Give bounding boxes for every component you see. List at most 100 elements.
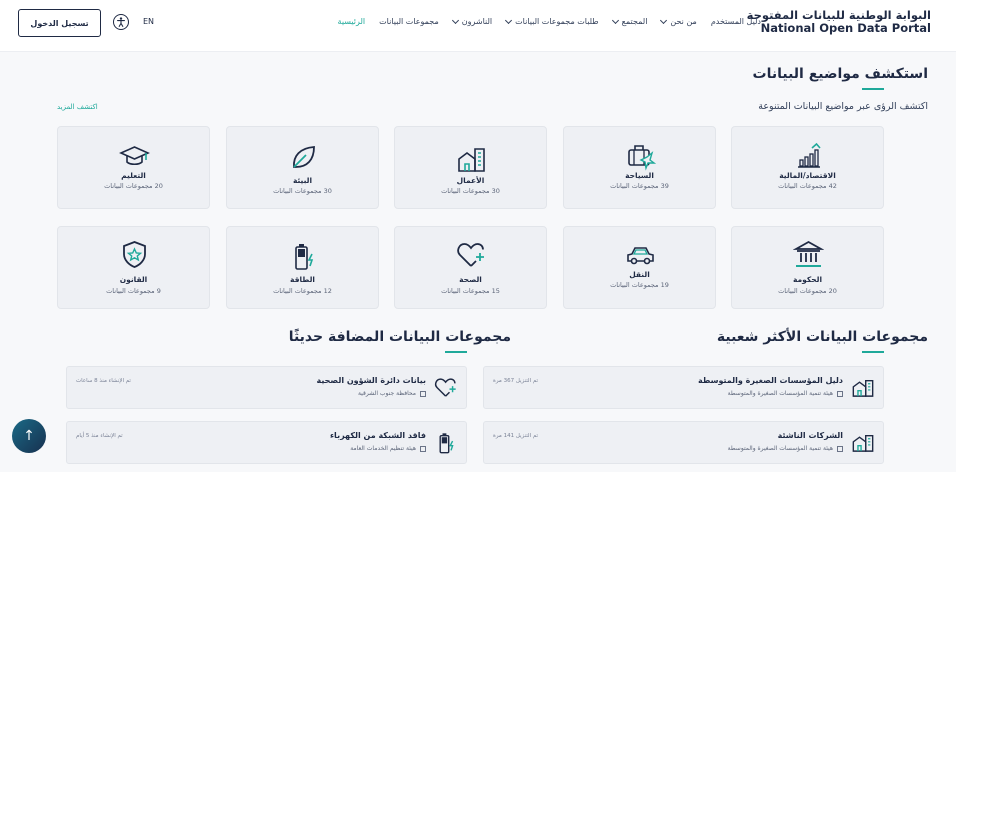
battery-icon [288,241,319,272]
chevron-down-icon [660,16,668,24]
topic-card-tourism[interactable]: السياحة 39 مجموعات البيانات [563,126,716,209]
dataset-publisher: محافظة جنوب الشرقية [358,390,426,397]
nav-label: من نحن [670,17,697,26]
publisher-name: هيئة تنمية المؤسسات الصغيرة والمتوسطة [727,445,833,452]
buildings-icon [851,376,875,400]
top-header: البوابة الوطنية للبيانات المفتوحة Nation… [0,0,956,52]
topic-count: 30 مجموعات البيانات [273,187,332,195]
dataset-title: الشركات الناشئة [777,431,843,440]
dataset-publisher: هيئة تنمية المؤسسات الصغيرة والمتوسطة [728,390,843,397]
arrow-up-icon: ↑ [23,428,35,444]
topic-card-law[interactable]: القانون 9 مجموعات البيانات [57,226,210,309]
topic-card-energy[interactable]: الطاقة 12 مجموعات البيانات [226,226,379,309]
accessibility-icon[interactable] [113,14,129,30]
topic-name: القانون [119,275,148,284]
topic-name: النقل [629,270,650,279]
chevron-down-icon [505,16,513,24]
topic-name: السياحة [625,171,654,180]
topic-card-environment[interactable]: البيئة 30 مجموعات البيانات [226,126,379,209]
title-underline [445,351,467,353]
dataset-title: فاقد الشبكة من الكهرباء [329,431,426,440]
leaf-icon [288,142,319,173]
topic-count: 9 مجموعات البيانات [106,287,161,295]
topic-name: التعليم [121,171,146,180]
battery-icon [434,431,458,455]
publisher-name: محافظة جنوب الشرقية [357,390,416,397]
download-count: تم التنزيل 141 مرة [493,433,539,439]
government-building-icon [792,239,825,270]
topic-count: 39 مجموعات البيانات [610,182,669,190]
nav-user-guide[interactable]: دليل المستخدم [711,17,761,26]
created-time: تم الإنشاء منذ 8 ساعات [76,378,131,384]
suitcase-icon [625,141,657,172]
chevron-down-icon [451,16,459,24]
nav-label: طلبات مجموعات البيانات [515,17,599,26]
popular-title: مجموعات البيانات الأكثر شعبية [716,329,928,345]
graduation-cap-icon [119,141,150,172]
chevron-down-icon [611,16,619,24]
nav-community[interactable]: المجتمع [611,16,648,26]
nav-datasets[interactable]: مجموعات البيانات [379,17,439,26]
nav-dataset-requests[interactable]: طلبات مجموعات البيانات [505,16,599,26]
topic-name: الطاقة [290,275,315,284]
portal-logo[interactable]: البوابة الوطنية للبيانات المفتوحة Nation… [747,9,931,35]
topic-count: 15 مجموعات البيانات [441,287,500,295]
nav-label: الناشرون [461,17,493,26]
title-underline [862,351,884,353]
topic-card-business[interactable]: الأعمال 30 مجموعات البيانات [394,126,547,209]
buildings-icon [851,431,875,455]
topic-count: 30 مجموعات البيانات [441,187,500,195]
dataset-title: بيانات دائرة الشؤون الصحية [316,376,426,385]
recent-dataset-item[interactable]: بيانات دائرة الشؤون الصحية محافظة جنوب ا… [66,366,467,409]
topic-count: 19 مجموعات البيانات [610,281,669,289]
shield-star-icon [119,239,150,270]
recent-dataset-item[interactable]: فاقد الشبكة من الكهرباء هيئة تنظيم الخدم… [66,421,467,464]
topic-count: 42 مجموعات البيانات [778,182,837,190]
topic-name: الاقتصاد/المالية [779,171,836,180]
nav-publishers[interactable]: الناشرون [451,16,493,26]
bank-icon [420,445,426,452]
title-underline [862,88,884,90]
topic-count: 12 مجموعات البيانات [273,287,332,295]
topic-card-government[interactable]: الحكومة 20 مجموعات البيانات [731,226,884,309]
nav-about[interactable]: من نحن [660,16,697,26]
dataset-publisher: هيئة تنظيم الخدمات العامة [350,445,426,452]
publisher-name: هيئة تنظيم الخدمات العامة [350,445,416,452]
bank-icon [837,390,843,397]
login-button[interactable]: تسجيل الدخول [18,9,101,37]
heart-plus-icon [456,240,487,271]
scroll-to-top-button[interactable]: ↑ [12,419,46,453]
topic-count: 20 مجموعات البيانات [104,182,163,190]
nav-home[interactable]: الرئيسية [338,17,366,26]
popular-dataset-item[interactable]: دليل المؤسسات الصغيرة والمتوسطة هيئة تنم… [483,366,884,409]
heart-plus-icon [434,376,458,400]
chart-growth-icon [793,141,824,172]
topic-card-transport[interactable]: النقل 19 مجموعات البيانات [563,226,716,309]
bank-icon [420,390,426,397]
recent-title: مجموعات البيانات المضافة حديثًا [288,329,511,345]
publisher-name: هيئة تنمية المؤسسات الصغيرة والمتوسطة [727,390,833,397]
download-count: تم التنزيل 367 مرة [493,378,539,384]
topic-card-economy[interactable]: الاقتصاد/المالية 42 مجموعات البيانات [731,126,884,209]
topic-name: الصحة [459,275,482,284]
bank-icon [837,445,843,452]
discover-more-link[interactable]: اكتشف المزيد [57,103,98,111]
topic-name: الأعمال [456,176,485,185]
logo-english: National Open Data Portal [760,21,931,35]
dataset-title: دليل المؤسسات الصغيرة والمتوسطة [697,376,843,385]
created-time: تم الإنشاء منذ 5 أيام [76,433,123,439]
popular-dataset-item[interactable]: الشركات الناشئة هيئة تنمية المؤسسات الصغ… [483,421,884,464]
topics-title: استكشف مواضيع البيانات [752,66,928,82]
topic-count: 20 مجموعات البيانات [778,287,837,295]
topic-card-education[interactable]: التعليم 20 مجموعات البيانات [57,126,210,209]
nav-label: المجتمع [621,17,648,26]
topics-subtitle: اكتشف الرؤى عبر مواضيع البيانات المتنوعة [758,101,928,112]
language-switch[interactable]: EN [143,17,154,26]
nav-label: دليل المستخدم [710,17,761,26]
buildings-icon [456,145,487,176]
main-nav: الرئيسية مجموعات البيانات الناشرون طلبات… [338,16,761,26]
car-icon [625,240,656,271]
topic-card-health[interactable]: الصحة 15 مجموعات البيانات [394,226,547,309]
dataset-publisher: هيئة تنمية المؤسسات الصغيرة والمتوسطة [728,445,843,452]
topic-name: البيئة [292,176,313,185]
